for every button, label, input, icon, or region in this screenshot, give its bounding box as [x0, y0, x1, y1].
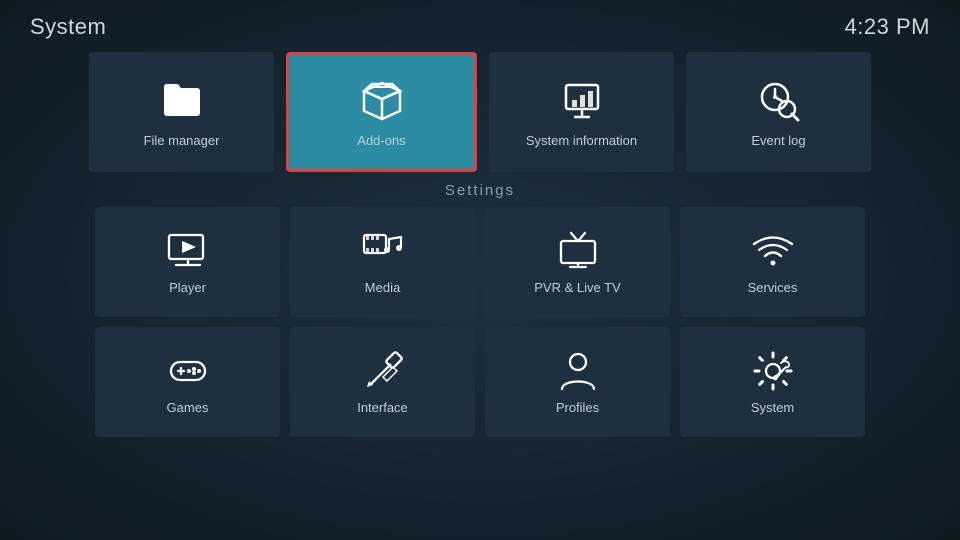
services-icon [751, 229, 795, 273]
tile-media[interactable]: Media [290, 207, 475, 317]
page-title: System [30, 14, 106, 40]
tile-system[interactable]: System [680, 327, 865, 437]
tile-add-ons[interactable]: Add-ons [286, 52, 477, 172]
media-icon [361, 229, 405, 273]
pvr-live-tv-icon [556, 229, 600, 273]
event-log-icon [755, 77, 803, 125]
add-ons-icon [358, 77, 406, 125]
header: System 4:23 PM [0, 0, 960, 48]
system-icon [751, 349, 795, 393]
settings-section: Settings Player [0, 182, 960, 437]
add-ons-label: Add-ons [357, 133, 405, 148]
system-label: System [751, 400, 794, 415]
tile-services[interactable]: Services [680, 207, 865, 317]
tile-pvr-live-tv[interactable]: PVR & Live TV [485, 207, 670, 317]
settings-row-1: Player Media [0, 207, 960, 317]
services-label: Services [748, 280, 798, 295]
file-manager-label: File manager [144, 133, 220, 148]
clock: 4:23 PM [845, 14, 930, 40]
settings-row-2: Games Interface [0, 327, 960, 437]
profiles-icon [556, 349, 600, 393]
player-label: Player [169, 280, 206, 295]
top-row: File manager Add-ons [0, 52, 960, 172]
tile-games[interactable]: Games [95, 327, 280, 437]
player-icon [166, 229, 210, 273]
file-manager-icon [158, 77, 206, 125]
event-log-label: Event log [751, 133, 805, 148]
tile-event-log[interactable]: Event log [686, 52, 871, 172]
tile-interface[interactable]: Interface [290, 327, 475, 437]
tile-profiles[interactable]: Profiles [485, 327, 670, 437]
media-label: Media [365, 280, 400, 295]
games-label: Games [167, 400, 209, 415]
tile-file-manager[interactable]: File manager [89, 52, 274, 172]
settings-label: Settings [0, 182, 960, 199]
system-information-icon [558, 77, 606, 125]
system-information-label: System information [526, 133, 637, 148]
games-icon [166, 349, 210, 393]
profiles-label: Profiles [556, 400, 599, 415]
pvr-live-tv-label: PVR & Live TV [534, 280, 620, 295]
interface-icon [361, 349, 405, 393]
tile-system-information[interactable]: System information [489, 52, 674, 172]
interface-label: Interface [357, 400, 408, 415]
tile-player[interactable]: Player [95, 207, 280, 317]
